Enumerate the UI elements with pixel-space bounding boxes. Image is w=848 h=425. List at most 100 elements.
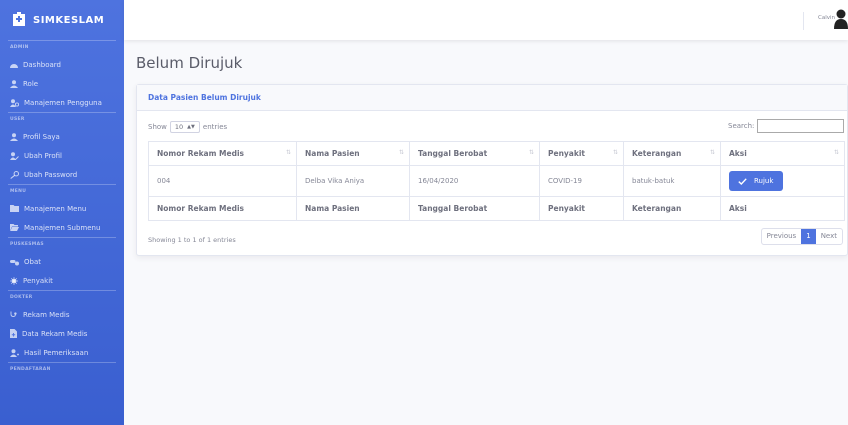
- column-footer-penyakit: Penyakit: [539, 196, 624, 221]
- cell-keterangan: batuk-batuk: [623, 165, 721, 197]
- column-header-nama[interactable]: Nama Pasien ⇅: [296, 141, 410, 166]
- sidebar-item-label: Manajemen Menu: [24, 204, 87, 213]
- card-title: Data Pasien Belum Dirujuk: [137, 85, 847, 111]
- sidebar-heading-dokter: DOKTER: [10, 295, 33, 300]
- check-icon: [738, 177, 747, 185]
- rujuk-button-label: Rujuk: [754, 177, 774, 185]
- column-header-penyakit[interactable]: Penyakit ⇅: [539, 141, 624, 166]
- column-footer-tanggal: Tanggal Berobat: [409, 196, 540, 221]
- column-footer-aksi: Aksi: [720, 196, 845, 221]
- sort-icon: ⇅: [833, 149, 839, 156]
- cell-nomor: 004: [148, 165, 297, 197]
- sidebar-item-manajemen-submenu[interactable]: Manajemen Submenu: [0, 218, 124, 237]
- column-footer-nomor: Nomor Rekam Medis: [148, 196, 297, 221]
- previous-button[interactable]: Previous: [762, 229, 802, 244]
- sidebar-item-label: Hasil Pemeriksaan: [24, 348, 89, 357]
- sidebar-item-dashboard[interactable]: Dashboard: [0, 55, 124, 74]
- search-label: Search:: [728, 122, 755, 130]
- next-button[interactable]: Next: [816, 229, 842, 244]
- sort-icon: ⇅: [528, 149, 534, 156]
- sidebar-item-manajemen-menu[interactable]: Manajemen Menu: [0, 199, 124, 218]
- sidebar-item-label: Manajemen Submenu: [24, 223, 101, 232]
- sidebar-item-ubah-password[interactable]: Ubah Password: [0, 165, 124, 184]
- user-icon: [10, 132, 18, 141]
- sidebar-item-label: Obat: [24, 257, 41, 266]
- topbar: Calvin: [124, 0, 848, 40]
- data-card: Data Pasien Belum Dirujuk Show 10 ▲▼ ent…: [136, 84, 848, 256]
- cell-aksi: Rujuk: [720, 165, 845, 197]
- sidebar-heading-menu: MENU: [10, 189, 27, 194]
- sidebar-heading-user: USER: [10, 117, 25, 122]
- user-edit-icon: [10, 151, 19, 160]
- rujuk-button[interactable]: Rujuk: [729, 171, 784, 191]
- sidebar-item-rekam-medis[interactable]: Rekam Medis: [0, 305, 124, 324]
- sidebar-heading-pendaftaran: PENDAFTARAN: [10, 367, 51, 372]
- show-label: Show: [148, 123, 167, 131]
- table-info: Showing 1 to 1 of 1 entries: [148, 236, 236, 244]
- cell-penyakit: COVID-19: [539, 165, 624, 197]
- patients-table: Nomor Rekam Medis ⇅ Nama Pasien ⇅ Tanggal …: [148, 141, 845, 221]
- sidebar-item-label: Dashboard: [23, 60, 61, 69]
- cell-tanggal: 16/04/2020: [409, 165, 540, 197]
- pills-icon: [10, 259, 19, 265]
- stethoscope-icon: [10, 311, 17, 317]
- sidebar-item-role[interactable]: Role: [0, 74, 124, 93]
- column-header-keterangan[interactable]: Keterangan ⇅: [623, 141, 721, 166]
- entries-value: 10: [174, 123, 184, 131]
- column-header-tanggal[interactable]: Tanggal Berobat ⇅: [409, 141, 540, 166]
- column-footer-nama: Nama Pasien: [296, 196, 410, 221]
- entries-control: Show 10 ▲▼ entries: [148, 121, 227, 133]
- brand-title: SIMKESLAM: [33, 14, 105, 26]
- user-icon: [10, 79, 18, 88]
- sort-icon: ⇅: [709, 149, 715, 156]
- sidebar-item-obat[interactable]: Obat: [0, 252, 124, 271]
- sidebar-item-hasil-pemeriksaan[interactable]: Hasil Pemeriksaan: [0, 343, 124, 362]
- file-medical-icon: [10, 329, 17, 338]
- sidebar: SIMKESLAM ADMIN Dashboard Role Manajemen…: [0, 0, 124, 425]
- sidebar-item-label: Rekam Medis: [23, 310, 70, 319]
- column-header-aksi[interactable]: Aksi ⇅: [720, 141, 845, 166]
- sidebar-heading-admin: ADMIN: [10, 45, 29, 50]
- search-control: Search:: [728, 119, 845, 133]
- sidebar-heading-puskesmas: PUSKESMAS: [10, 242, 44, 247]
- hospital-icon: [13, 11, 25, 30]
- user-avatar-icon[interactable]: [834, 9, 848, 33]
- cell-nama: Delba Vika Aniya: [296, 165, 410, 197]
- sidebar-item-profil-saya[interactable]: Profil Saya: [0, 127, 124, 146]
- sidebar-item-label: Ubah Password: [24, 170, 78, 179]
- user-name[interactable]: Calvin: [818, 15, 835, 21]
- page-1-button[interactable]: 1: [801, 229, 816, 244]
- select-arrows-icon: ▲▼: [187, 124, 195, 130]
- users-cog-icon: [10, 98, 19, 107]
- sidebar-item-label: Penyakit: [23, 276, 53, 285]
- sidebar-item-label: Manajemen Pengguna: [24, 98, 102, 107]
- table-footer-row: Nomor Rekam Medis Nama Pasien Tanggal Be…: [148, 196, 845, 221]
- sort-icon: ⇅: [612, 149, 618, 156]
- sidebar-item-data-rekam-medis[interactable]: Data Rekam Medis: [0, 324, 124, 343]
- table-header-row: Nomor Rekam Medis ⇅ Nama Pasien ⇅ Tanggal …: [148, 141, 845, 166]
- sidebar-item-manajemen-pengguna[interactable]: Manajemen Pengguna: [0, 93, 124, 112]
- sort-icon: ⇅: [285, 149, 291, 156]
- user-md-icon: [10, 348, 19, 357]
- topbar-divider: [803, 12, 804, 30]
- folder-open-icon: [10, 224, 19, 231]
- column-footer-keterangan: Keterangan: [623, 196, 721, 221]
- key-icon: [10, 170, 19, 179]
- table-row: 004 Delba Vika Aniya 16/04/2020 COVID-19…: [148, 165, 845, 197]
- brand[interactable]: SIMKESLAM: [0, 0, 124, 40]
- sidebar-item-label: Profil Saya: [23, 132, 60, 141]
- entries-select[interactable]: 10 ▲▼: [169, 121, 200, 133]
- search-input[interactable]: [757, 119, 845, 133]
- sidebar-item-penyakit[interactable]: Penyakit: [0, 271, 124, 290]
- pagination: Previous 1 Next: [760, 228, 843, 245]
- sort-icon: ⇅: [398, 149, 404, 156]
- page-title: Belum Dirujuk: [136, 54, 243, 72]
- column-header-nomor[interactable]: Nomor Rekam Medis ⇅: [148, 141, 297, 166]
- virus-icon: [10, 276, 18, 285]
- folder-icon: [10, 205, 19, 212]
- dashboard-icon: [10, 63, 18, 68]
- entries-label: entries: [202, 123, 228, 131]
- sidebar-item-label: Ubah Profil: [24, 151, 62, 160]
- sidebar-item-ubah-profil[interactable]: Ubah Profil: [0, 146, 124, 165]
- sidebar-item-label: Data Rekam Medis: [22, 329, 88, 338]
